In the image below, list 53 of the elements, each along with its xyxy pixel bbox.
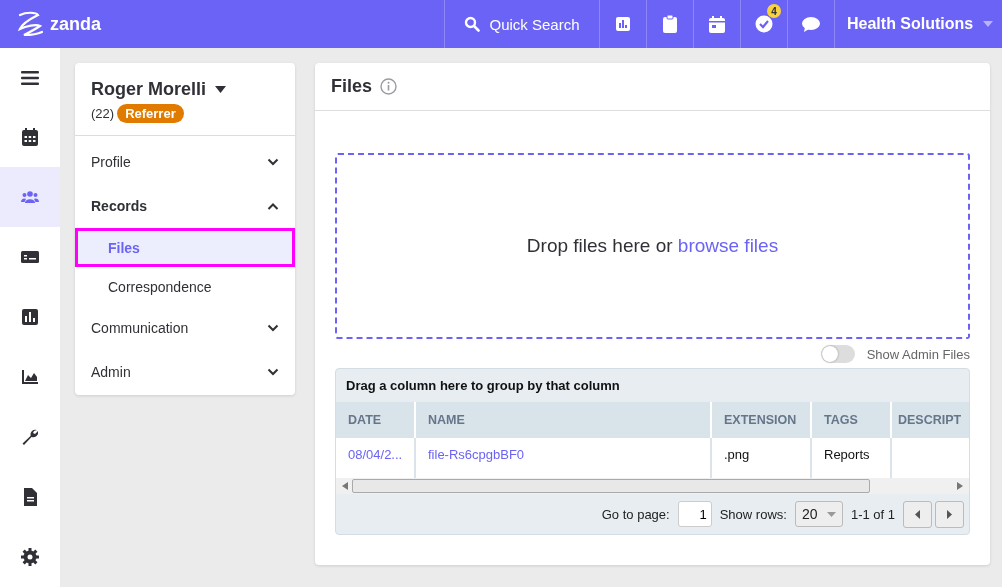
nav-section[interactable]: Communication (75, 306, 295, 350)
toggle-label: Show Admin Files (866, 346, 970, 362)
nav-item[interactable]: Correspondence (75, 267, 295, 306)
table-cell[interactable]: file-Rs6cpgbBF0 (416, 438, 712, 478)
goto-label: Go to page: (601, 506, 670, 522)
chevron-icon (267, 324, 279, 332)
column-header[interactable]: NAME (416, 402, 712, 438)
search-icon (464, 16, 481, 32)
page-input[interactable]: 1 (677, 501, 712, 527)
caret-icon (983, 21, 994, 27)
chevron-icon (267, 368, 279, 376)
check-circle-icon (755, 15, 773, 33)
browse-files-link[interactable]: browse files (677, 235, 779, 256)
nav-section[interactable]: Admin (75, 350, 295, 394)
drop-text: Drop files here or browse files (526, 235, 779, 257)
nav-item[interactable]: Files (75, 228, 295, 267)
group-hint: Drag a column here to group by that column (345, 377, 621, 395)
file-drop-zone[interactable]: Drop files here or browse files (335, 153, 970, 339)
info-icon (380, 78, 398, 95)
account-dropdown[interactable]: Health Solutions (834, 0, 1002, 48)
column-header[interactable]: EXTENSION (712, 402, 812, 438)
toggle-switch[interactable] (820, 345, 855, 363)
right-arrow-icon (947, 509, 952, 519)
contact-count: (22) (91, 106, 115, 121)
scroll-left-icon (342, 482, 348, 490)
previous-page-button[interactable] (903, 500, 932, 528)
logo-icon (16, 10, 46, 38)
tasks-button[interactable]: 4 (740, 0, 787, 48)
chevron-icon (267, 158, 279, 166)
rows-label: Show rows: (719, 506, 787, 522)
page-title: Files (331, 76, 373, 97)
horizontal-scrollbar[interactable] (336, 478, 969, 494)
table-cell: .png (712, 438, 812, 478)
contact-name-dropdown[interactable]: Roger Morelli (91, 79, 226, 100)
referrer-tag: Referrer (117, 104, 184, 123)
nav-section[interactable]: Records (75, 184, 295, 228)
nav-section[interactable]: Profile (75, 140, 295, 184)
quick-search-button[interactable]: Quick Search (444, 0, 599, 48)
rows-select[interactable]: 20 (794, 501, 843, 527)
scroll-right-icon (957, 482, 963, 490)
left-arrow-icon (915, 509, 920, 519)
chevron-icon (267, 202, 279, 210)
table-cell: Reports (812, 438, 892, 478)
column-header[interactable]: TAGS (812, 402, 892, 438)
column-header[interactable]: DESCRIPT (892, 402, 969, 438)
column-header[interactable]: DATE (336, 402, 416, 438)
table-cell[interactable]: 08/04/2... (336, 438, 416, 478)
caret-icon (826, 511, 836, 517)
next-page-button[interactable] (935, 500, 964, 528)
notification-badge: 4 (767, 4, 781, 18)
caret-icon (215, 86, 226, 93)
page-range: 1-1 of 1 (850, 506, 895, 522)
logo-text: zanda (50, 13, 101, 35)
